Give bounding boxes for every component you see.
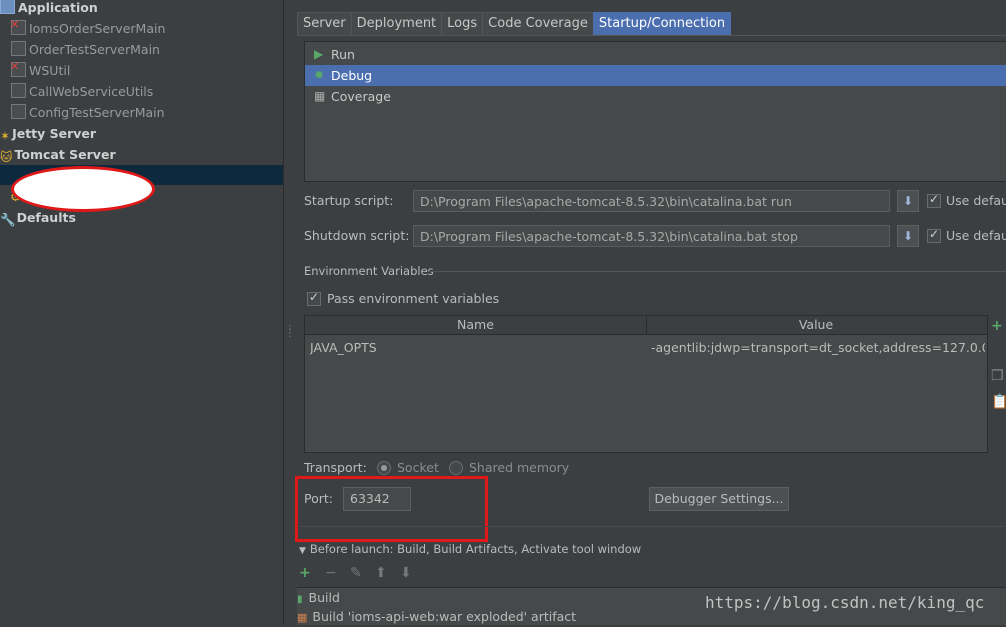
watermark: https://blog.csdn.net/king_qc [705, 593, 985, 612]
transport-shared-label: Shared memory [469, 460, 570, 475]
startup-browse-icon[interactable]: ⬇ [897, 190, 919, 212]
class-icon [11, 83, 26, 98]
transport-socket-radio[interactable] [377, 461, 391, 475]
startup-script-field[interactable]: D:\Program Files\apache-tomcat-8.5.32\bi… [413, 190, 890, 212]
paste-icon[interactable]: 📋 [991, 394, 1006, 410]
collapse-triangle-icon: ▼ [299, 546, 306, 556]
move-up-icon[interactable]: ⬆ [375, 565, 387, 581]
shutdown-browse-icon[interactable]: ⬇ [897, 225, 919, 247]
build-icon: ▮ [297, 594, 303, 605]
env-row-value: -agentlib:jdwp=transport=dt_socket,addre… [651, 340, 985, 355]
tab-server[interactable]: Server [297, 12, 352, 35]
env-vars-title: Environment Variables [304, 264, 434, 278]
remove-icon[interactable]: − [325, 565, 337, 581]
mode-coverage[interactable]: ▦ Coverage [305, 86, 1006, 107]
tree-item[interactable]: ✕ WSUtil [10, 60, 70, 81]
section-divider [297, 526, 1006, 527]
transport-socket-label: Socket [397, 460, 439, 475]
wrench-icon: 🔧 [0, 212, 16, 227]
env-vars-divider [427, 271, 1006, 272]
port-highlight-box [295, 476, 488, 542]
debug-icon: ✹ [314, 68, 325, 82]
list-item[interactable]: ▦ Build 'ioms-api-web:war exploded' artif… [297, 607, 576, 626]
class-error-icon: ✕ [10, 18, 26, 35]
pass-env-label: Pass environment variables [327, 291, 500, 306]
class-error-icon: ✕ [10, 60, 26, 77]
copy-icon[interactable]: ❐ [991, 368, 1004, 384]
shutdown-use-default-label: Use defau [946, 228, 1006, 243]
coverage-icon: ▦ [314, 89, 326, 103]
tomcat-icon: 🐱 [0, 150, 13, 164]
shutdown-script-field[interactable]: D:\Program Files\apache-tomcat-8.5.32\bi… [413, 225, 890, 247]
env-row-name: JAVA_OPTS [310, 340, 377, 355]
shutdown-use-default-checkbox[interactable] [927, 227, 941, 243]
shutdown-script-label: Shutdown script: [304, 228, 410, 243]
env-table-header: Name Value [305, 316, 987, 335]
before-launch-title[interactable]: ▼ Before launch: Build, Build Artifacts, … [299, 542, 641, 556]
tab-startup-connection[interactable]: Startup/Connection [592, 12, 732, 35]
pass-env-checkbox[interactable] [307, 290, 321, 306]
artifact-icon: ▦ [297, 611, 308, 624]
tree-item[interactable]: OrderTestServerMain [11, 40, 160, 60]
add-icon[interactable]: + [991, 318, 1003, 334]
tree-jetty-server[interactable]: ✶ Jetty Server [0, 124, 96, 144]
tab-divider [297, 35, 1006, 36]
startup-connection-panel: Server Deployment Logs Code Coverage Sta… [291, 0, 1006, 626]
env-col-name[interactable]: Name [305, 316, 647, 334]
startup-script-label: Startup script: [304, 193, 394, 208]
tab-deployment[interactable]: Deployment [350, 12, 443, 35]
tree-application-label: Application [18, 0, 98, 15]
mode-list: ▶ Run ✹ Debug ▦ Coverage [304, 41, 1006, 182]
list-item[interactable]: ▮ Build [297, 588, 340, 607]
startup-use-default-checkbox[interactable] [927, 192, 941, 208]
tree-item[interactable]: CallWebServiceUtils [11, 82, 153, 102]
env-table: Name Value JAVA_OPTS -agentlib:jdwp=tran… [304, 315, 988, 453]
mode-debug[interactable]: ✹ Debug [305, 65, 1006, 86]
redaction-ellipse [11, 166, 155, 212]
tab-bar: Server Deployment Logs Code Coverage Sta… [297, 12, 732, 35]
tree-tomcat-server[interactable]: 🐱 Tomcat Server [0, 145, 116, 165]
move-down-icon[interactable]: ⬇ [400, 565, 412, 581]
jetty-icon: ✶ [0, 129, 11, 143]
tree-item[interactable]: ✕ IomsOrderServerMain [10, 18, 165, 39]
edit-icon[interactable]: ✎ [350, 565, 362, 581]
application-icon [0, 0, 15, 14]
debugger-settings-button[interactable]: Debugger Settings... [649, 487, 789, 511]
add-icon[interactable]: + [299, 565, 311, 581]
transport-label: Transport: [304, 460, 367, 475]
tree-item[interactable]: ConfigTestServerMain [11, 103, 165, 123]
tab-code-coverage[interactable]: Code Coverage [482, 12, 594, 35]
table-row[interactable]: JAVA_OPTS -agentlib:jdwp=transport=dt_so… [305, 338, 987, 358]
mode-run[interactable]: ▶ Run [305, 44, 1006, 65]
tab-logs[interactable]: Logs [441, 12, 484, 35]
run-icon: ▶ [314, 47, 324, 61]
splitter[interactable] [283, 0, 291, 624]
class-icon [11, 104, 26, 119]
env-col-value[interactable]: Value [647, 316, 985, 334]
config-tree: Application ✕ IomsOrderServerMain OrderTe… [0, 0, 283, 624]
startup-use-default-label: Use defau [946, 193, 1006, 208]
transport-shared-radio[interactable] [449, 461, 463, 475]
class-icon [11, 41, 26, 56]
